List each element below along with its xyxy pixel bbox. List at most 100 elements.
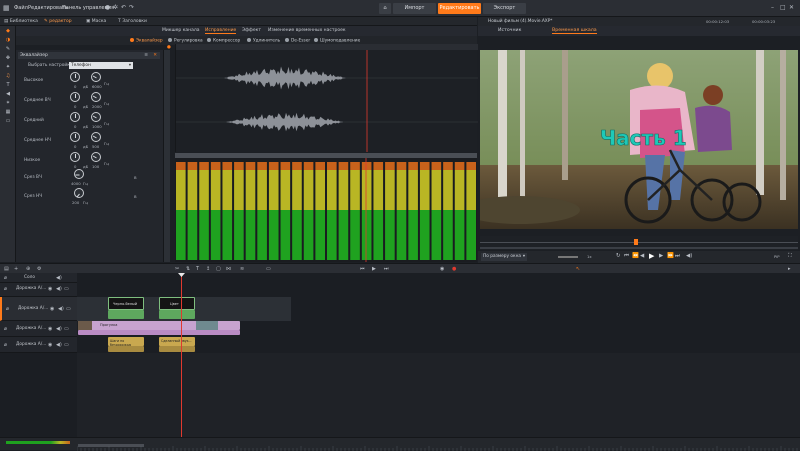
- equalizer-scrollbar[interactable]: [164, 50, 170, 262]
- monitor-icon[interactable]: ▭: [64, 342, 69, 348]
- rewind-icon[interactable]: ⏪: [632, 253, 639, 259]
- title-clip-2[interactable]: Цвет: [159, 297, 195, 310]
- step-back-icon[interactable]: ◀: [640, 253, 644, 259]
- speaker-icon[interactable]: ◀): [56, 275, 62, 281]
- grid-icon[interactable]: ▦: [4, 109, 12, 116]
- split-icon[interactable]: ⇅: [186, 266, 190, 272]
- sound-clip-2[interactable]: Сделанный звук...: [159, 337, 195, 346]
- eye-icon[interactable]: ◉: [48, 326, 52, 332]
- eye-icon[interactable]: ◉: [50, 306, 54, 312]
- band-frequency-value[interactable]: 6000: [92, 84, 102, 89]
- monitor-icon[interactable]: ▭: [64, 326, 69, 332]
- timeline-playhead[interactable]: [181, 273, 182, 439]
- minimize-icon[interactable]: –: [771, 4, 774, 11]
- tab-time-settings[interactable]: Изменение временных настроек: [268, 28, 346, 33]
- record-icon[interactable]: ◉: [440, 266, 444, 272]
- speaker-icon[interactable]: ◀): [58, 306, 64, 312]
- delete-icon[interactable]: ▢: [216, 266, 221, 272]
- solo-label[interactable]: Соло: [24, 275, 35, 280]
- marker-icon[interactable]: ●: [167, 45, 171, 50]
- cut-low-knob[interactable]: [74, 188, 84, 198]
- zoom-icon[interactable]: ⊕: [26, 266, 30, 272]
- redo-icon[interactable]: ↷: [129, 4, 134, 11]
- title-tool-icon[interactable]: T: [196, 266, 199, 272]
- band-gain-knob[interactable]: [70, 132, 80, 142]
- preview-ruler[interactable]: [480, 236, 798, 250]
- close-icon[interactable]: ✕: [789, 4, 794, 11]
- tab-correction[interactable]: Исправление: [205, 28, 237, 34]
- correction-icon[interactable]: ◑: [4, 37, 12, 44]
- effects-icon[interactable]: ◆: [4, 28, 12, 35]
- speaker-icon[interactable]: ◀): [56, 326, 62, 332]
- settings-icon[interactable]: ✲: [113, 4, 118, 11]
- wand-icon[interactable]: ✦: [4, 64, 12, 71]
- preset-select[interactable]: Телефон ▾: [69, 62, 133, 69]
- band-gain-value[interactable]: 0: [74, 164, 76, 169]
- menu-icon[interactable]: ≡: [144, 52, 148, 59]
- preview-scrubber[interactable]: [634, 239, 638, 245]
- loop-icon[interactable]: ↻: [616, 253, 621, 259]
- tl-skip-start-icon[interactable]: ⏮: [360, 266, 365, 272]
- band-frequency-value[interactable]: 1000: [92, 124, 102, 129]
- tab-channel-mixer[interactable]: Микшер канала: [162, 28, 200, 33]
- cut-high-toggle[interactable]: B: [134, 175, 137, 180]
- volume-icon[interactable]: ◀): [686, 253, 692, 259]
- title-clip-1[interactable]: Черно-белый: [108, 297, 144, 310]
- sound-clip-1[interactable]: Шаги по бездорожью: [108, 337, 144, 347]
- eye-icon[interactable]: ◉: [48, 342, 52, 348]
- title-clip-2-audio[interactable]: [159, 310, 195, 319]
- tl-play-icon[interactable]: ▶: [372, 266, 376, 272]
- band-frequency-knob[interactable]: [91, 112, 101, 122]
- subtab-noise-reduction[interactable]: Шумоподавление: [314, 38, 360, 44]
- shuttle-slider[interactable]: [558, 256, 578, 258]
- track-2-name[interactable]: Дорожка А/...: [18, 306, 48, 311]
- link-icon[interactable]: ⌀: [4, 286, 7, 292]
- link-icon[interactable]: ⌀: [6, 306, 9, 312]
- band-frequency-value[interactable]: 2000: [92, 104, 102, 109]
- band-gain-value[interactable]: 0: [74, 124, 76, 129]
- link-icon[interactable]: ⌀: [4, 326, 7, 332]
- band-frequency-knob[interactable]: [91, 92, 101, 102]
- pointer-icon[interactable]: ↖: [576, 266, 580, 272]
- tab-mask[interactable]: ▣ Маска: [86, 18, 106, 25]
- add-track-icon[interactable]: +: [14, 266, 18, 272]
- tab-source[interactable]: Источник: [498, 28, 521, 33]
- monitor-icon[interactable]: ▭: [64, 286, 69, 292]
- band-frequency-value[interactable]: 100: [92, 164, 99, 169]
- music-icon[interactable]: ♫: [4, 73, 12, 80]
- speed-label[interactable]: 1x: [587, 254, 592, 259]
- trim-icon[interactable]: ↥: [206, 266, 210, 272]
- step-forward-icon[interactable]: ▶: [659, 253, 663, 259]
- marker-add-icon[interactable]: ●: [452, 266, 456, 272]
- fast-forward-icon[interactable]: ⏩: [667, 253, 674, 259]
- track-settings-icon[interactable]: ▤: [4, 266, 9, 272]
- link-icon[interactable]: ⌀: [4, 342, 7, 348]
- tab-effect[interactable]: Эффект: [242, 28, 261, 33]
- band-frequency-knob[interactable]: [91, 72, 101, 82]
- close-effect-icon[interactable]: ✕: [153, 52, 157, 59]
- magnet-icon[interactable]: ⋈: [226, 266, 231, 272]
- subtab-adjust[interactable]: Регулировка: [168, 38, 203, 44]
- video-clip-main-audio[interactable]: [78, 330, 240, 335]
- monitor-icon[interactable]: ▭: [66, 306, 71, 312]
- fit-window-select[interactable]: По размеру окна ▾: [481, 253, 527, 261]
- skip-start-icon[interactable]: ⏮: [624, 253, 629, 260]
- track-1-name[interactable]: Дорожка А/...: [16, 286, 46, 291]
- menu-file[interactable]: Файл: [14, 5, 28, 11]
- title-clip-1-audio[interactable]: [108, 310, 144, 319]
- band-frequency-knob[interactable]: [91, 132, 101, 142]
- gear-icon[interactable]: ⚙: [37, 266, 41, 272]
- tab-timeline-preview[interactable]: Временная шкала: [552, 28, 597, 34]
- storyboard-icon[interactable]: ▭: [266, 266, 271, 272]
- cut-high-value[interactable]: 4000: [71, 181, 81, 186]
- edit-mode-button[interactable]: Редактировать: [438, 3, 481, 14]
- eye-icon[interactable]: ◉: [48, 286, 52, 292]
- band-frequency-value[interactable]: 500: [92, 144, 99, 149]
- lock-icon[interactable]: ⌀: [4, 275, 7, 281]
- subtab-de-esser[interactable]: De-Esser: [285, 38, 310, 44]
- film-icon[interactable]: ▭: [4, 118, 12, 125]
- preview-scrollbar[interactable]: [480, 247, 798, 249]
- band-gain-knob[interactable]: [70, 92, 80, 102]
- subtab-compressor[interactable]: Компрессор: [207, 38, 240, 44]
- band-gain-knob[interactable]: [70, 152, 80, 162]
